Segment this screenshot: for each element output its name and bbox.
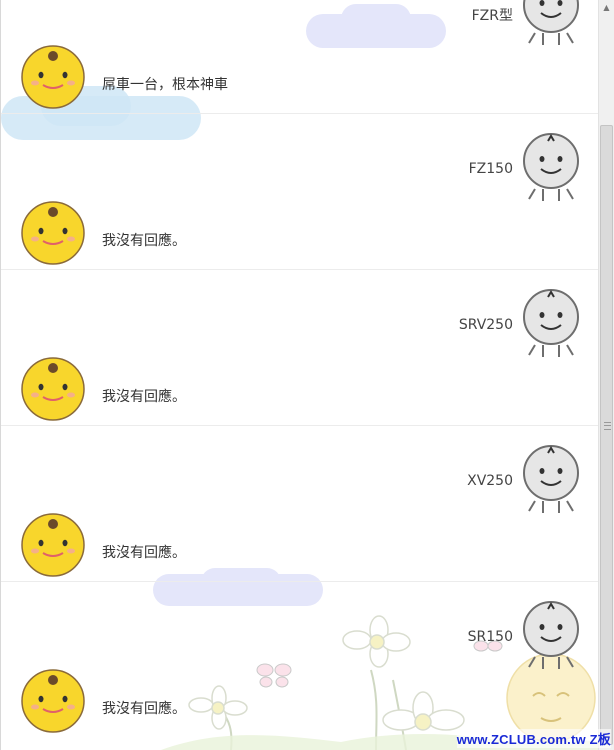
bot-message: 我沒有回應。: [102, 545, 186, 561]
bot-avatar-icon: [21, 45, 85, 109]
user-message: FZ150: [468, 161, 513, 177]
user-avatar-icon: [523, 0, 579, 45]
vertical-scrollbar[interactable]: ▲: [598, 0, 614, 750]
site-watermark: www.ZCLUB.com.tw Z板: [456, 729, 611, 748]
user-message: FZR型: [471, 8, 513, 24]
user-avatar-icon: [523, 289, 579, 357]
scrollbar-thumb[interactable]: [600, 125, 613, 745]
chat-log: z z FZR型 屌車一台，根本神車 FZ150: [0, 0, 598, 750]
bot-avatar-icon: [21, 201, 85, 265]
bot-message: 我沒有回應。: [102, 233, 186, 249]
bot-avatar-icon: [21, 357, 85, 421]
user-message: SRV250: [458, 317, 513, 333]
user-message: SR150: [467, 629, 513, 645]
bot-avatar-icon: [21, 513, 85, 577]
scroll-up-arrow-icon[interactable]: ▲: [599, 0, 614, 16]
user-message: XV250: [467, 473, 513, 489]
bot-message: 我沒有回應。: [102, 701, 186, 717]
conversation-turn: SRV250 我沒有回應。: [1, 270, 598, 426]
bot-message: 我沒有回應。: [102, 389, 186, 405]
conversation-turn: SR150 我沒有回應。: [1, 582, 598, 738]
conversation-turn: FZ150 我沒有回應。: [1, 114, 598, 270]
scrollbar-grip-icon: [604, 422, 611, 430]
user-avatar-icon: [523, 601, 579, 669]
bot-avatar-icon: [21, 669, 85, 733]
conversation-turn: FZR型 屌車一台，根本神車: [1, 0, 598, 114]
user-avatar-icon: [523, 445, 579, 513]
conversation-turn: XV250 我沒有回應。: [1, 426, 598, 582]
bot-message: 屌車一台，根本神車: [102, 77, 228, 93]
user-avatar-icon: [523, 133, 579, 201]
